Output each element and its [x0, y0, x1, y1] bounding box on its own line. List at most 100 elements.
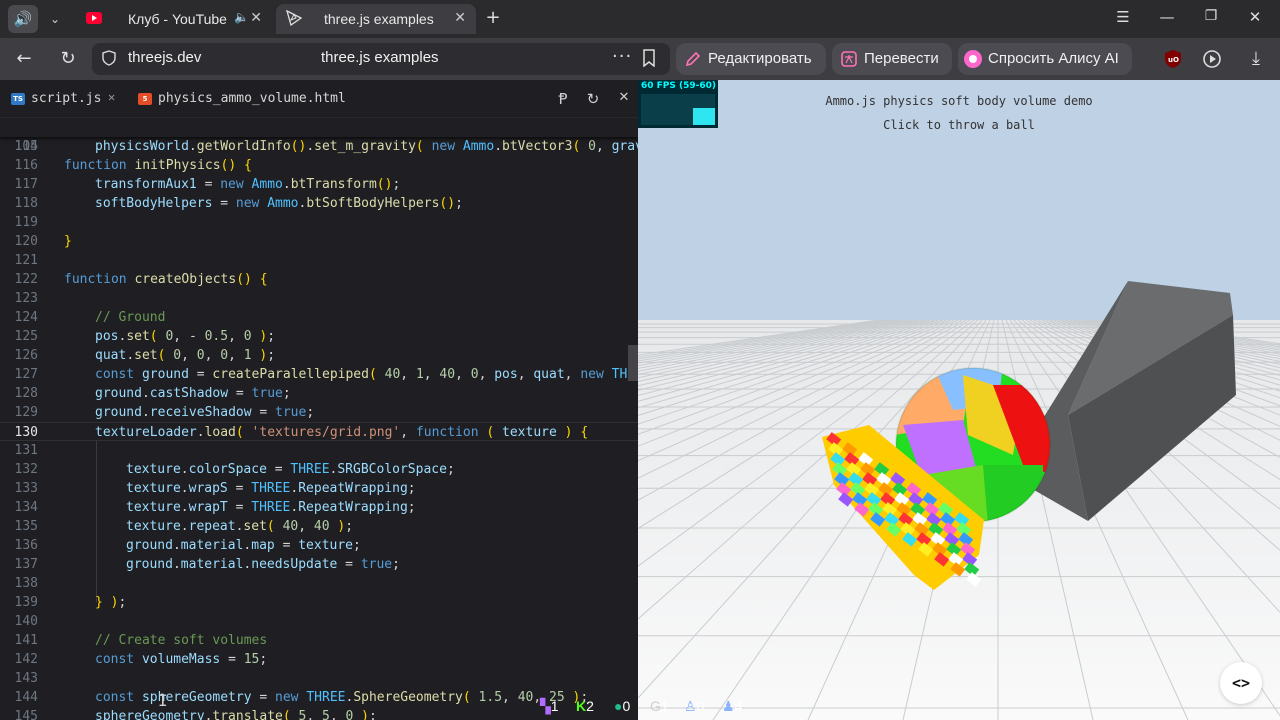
stat-kick: K2	[576, 698, 594, 714]
demo-title: Ammo.js physics soft body volume demo	[825, 94, 1093, 108]
code-line-row[interactable]: 140	[0, 612, 638, 631]
line-number: 138	[14, 576, 38, 591]
close-icon[interactable]: ✕	[108, 90, 115, 104]
code-line-row[interactable]: 128 ground.castShadow = true;	[0, 384, 638, 403]
editor-tab-label: physics_ammo_volume.html	[158, 91, 346, 106]
svg-text:uO: uO	[1168, 56, 1179, 64]
speaker-icon[interactable]: 🔊	[8, 5, 38, 33]
close-panel-icon[interactable]: ✕	[615, 90, 633, 105]
line-number: 120	[14, 234, 38, 249]
line-number: 127	[14, 367, 38, 382]
editor-tab-physics-html[interactable]: 5 physics_ammo_volume.html	[130, 80, 370, 118]
code-line-row[interactable]: 134 texture.wrapT = THREE.RepeatWrapping;	[0, 498, 638, 517]
media-icon[interactable]	[1202, 49, 1224, 69]
code-line: function createObjects() {	[64, 272, 268, 287]
code-line-row[interactable]: 121	[0, 251, 638, 270]
line-number: 144	[14, 690, 38, 705]
code-line-row[interactable]: 130 textureLoader.load( 'textures/grid.pn…	[0, 422, 638, 441]
text-cursor-icon: I	[158, 691, 168, 710]
code-line-row[interactable]: 127 const ground = createParalellepiped( …	[0, 365, 638, 384]
code-line: function initPhysics() {	[64, 158, 252, 173]
ublock-icon[interactable]: uO	[1163, 49, 1183, 69]
code-area[interactable]: 104 function initPhysics() { 115 physicsW…	[0, 118, 638, 720]
code-line: // Ground	[95, 310, 166, 325]
close-icon[interactable]: ✕	[454, 9, 466, 26]
scrollbar-thumb[interactable]	[628, 345, 638, 381]
refresh-icon[interactable]: ↻	[584, 90, 602, 108]
translate-button[interactable]: Перевести	[832, 43, 952, 75]
line-number: 140	[14, 614, 38, 629]
audio-playing-icon[interactable]: 🔈	[234, 10, 249, 24]
code-line-row[interactable]: 118 softBodyHelpers = new Ammo.btSoftBody…	[0, 194, 638, 213]
new-tab-button[interactable]: +	[482, 8, 504, 30]
code-line-row[interactable]: 122 function createObjects() {	[0, 270, 638, 289]
box-tile	[966, 572, 982, 587]
alice-icon	[964, 50, 982, 68]
menu-icon[interactable]: ☰	[1112, 8, 1134, 26]
line-number: 141	[14, 633, 38, 648]
code-line-row[interactable]: 115 physicsWorld.getWorldInfo().set_m_gra…	[0, 137, 638, 156]
stat-shield: ●0	[614, 698, 631, 714]
edit-button[interactable]: Редактировать	[676, 43, 826, 75]
code-line: const ground = createParalellepiped( 40,…	[95, 367, 638, 382]
preview-icon[interactable]: Ᵽ	[554, 90, 572, 108]
code-line-row[interactable]: 138	[0, 574, 638, 593]
code-line-row[interactable]: 137 ground.material.needsUpdate = true;	[0, 555, 638, 574]
ask-alice-button[interactable]: Спросить Алису AI	[958, 43, 1132, 75]
code-line: // Create soft volumes	[95, 633, 268, 648]
code-line-row[interactable]: 143	[0, 669, 638, 688]
code-line-row[interactable]: 132 texture.colorSpace = THREE.SRGBColorS…	[0, 460, 638, 479]
address-field[interactable]: threejs.dev three.js examples ···	[92, 43, 670, 75]
reload-icon[interactable]: ↻	[56, 48, 80, 70]
code-line-row[interactable]: 124 // Ground	[0, 308, 638, 327]
more-icon[interactable]: ···	[612, 46, 632, 67]
code-line-row[interactable]: 126 quat.set( 0, 0, 0, 1 );	[0, 346, 638, 365]
ask-alice-label: Спросить Алису AI	[988, 50, 1119, 67]
tab-youtube[interactable]: Клуб - YouTube 🔈 ✕	[76, 4, 272, 34]
code-line-row[interactable]: 129 ground.receiveShadow = true;	[0, 403, 638, 422]
minimize-icon[interactable]: —	[1156, 8, 1178, 26]
edit-label: Редактировать	[708, 50, 812, 67]
code-line-row[interactable]: 120}	[0, 232, 638, 251]
code-line: const volumeMass = 15;	[95, 652, 268, 667]
typescript-icon: TS	[11, 93, 25, 105]
restore-icon[interactable]: ❐	[1200, 8, 1222, 24]
code-line-row[interactable]: 141 // Create soft volumes	[0, 631, 638, 650]
tab-label: Клуб - YouTube	[128, 11, 227, 27]
download-icon[interactable]: ⤓	[1244, 48, 1268, 70]
code-line-row[interactable]: 125 pos.set( 0, - 0.5, 0 );	[0, 327, 638, 346]
code-line: physicsWorld.getWorldInfo().set_m_gravit…	[95, 139, 638, 154]
line-number: 135	[14, 519, 38, 534]
code-line-row[interactable]: 135 texture.repeat.set( 40, 40 );	[0, 517, 638, 536]
code-line: ground.material.needsUpdate = true;	[126, 557, 400, 572]
threejs-viewport[interactable]: 60 FPS (59-60) Ammo.js physics soft body…	[638, 80, 1280, 720]
window-close-icon[interactable]: ✕	[1244, 8, 1266, 26]
line-number: 142	[14, 652, 38, 667]
code-line-row[interactable]: 139} );	[0, 593, 638, 612]
line-number: 131	[14, 443, 38, 458]
code-line-row[interactable]: 142 const volumeMass = 15;	[0, 650, 638, 669]
translate-label: Перевести	[864, 50, 939, 67]
code-line: }	[64, 234, 72, 249]
editor-tab-script-js[interactable]: TS script.js ✕	[0, 80, 130, 118]
code-line-row[interactable]: 131	[0, 441, 638, 460]
back-icon[interactable]: ←	[12, 48, 36, 70]
line-number: 145	[14, 709, 38, 720]
view-source-button[interactable]: <>	[1220, 662, 1262, 704]
kick-icon: K	[576, 698, 587, 714]
line-number: 132	[14, 462, 38, 477]
code-line-row[interactable]: 117 transformAux1 = new Ammo.btTransform(…	[0, 175, 638, 194]
code-line-row[interactable]: 119	[0, 213, 638, 232]
code-line-row[interactable]: 123	[0, 289, 638, 308]
code-line: texture.repeat.set( 40, 40 );	[126, 519, 354, 534]
code-line-row[interactable]: 133 texture.wrapS = THREE.RepeatWrapping;	[0, 479, 638, 498]
code-line-row[interactable]: 136 ground.material.map = texture;	[0, 536, 638, 555]
tab-threejs[interactable]: three.js examples ✕	[276, 4, 476, 34]
bookmark-icon[interactable]	[642, 49, 656, 67]
code-line: ground.receiveShadow = true;	[95, 405, 315, 420]
close-icon[interactable]: ✕	[250, 9, 262, 26]
code-line: textureLoader.load( 'textures/grid.png',…	[95, 425, 589, 440]
chevron-down-icon[interactable]: ⌄	[44, 6, 66, 32]
line-number: 133	[14, 481, 38, 496]
sticky-scroll-line[interactable]: 104 function initPhysics() {	[0, 118, 638, 173]
